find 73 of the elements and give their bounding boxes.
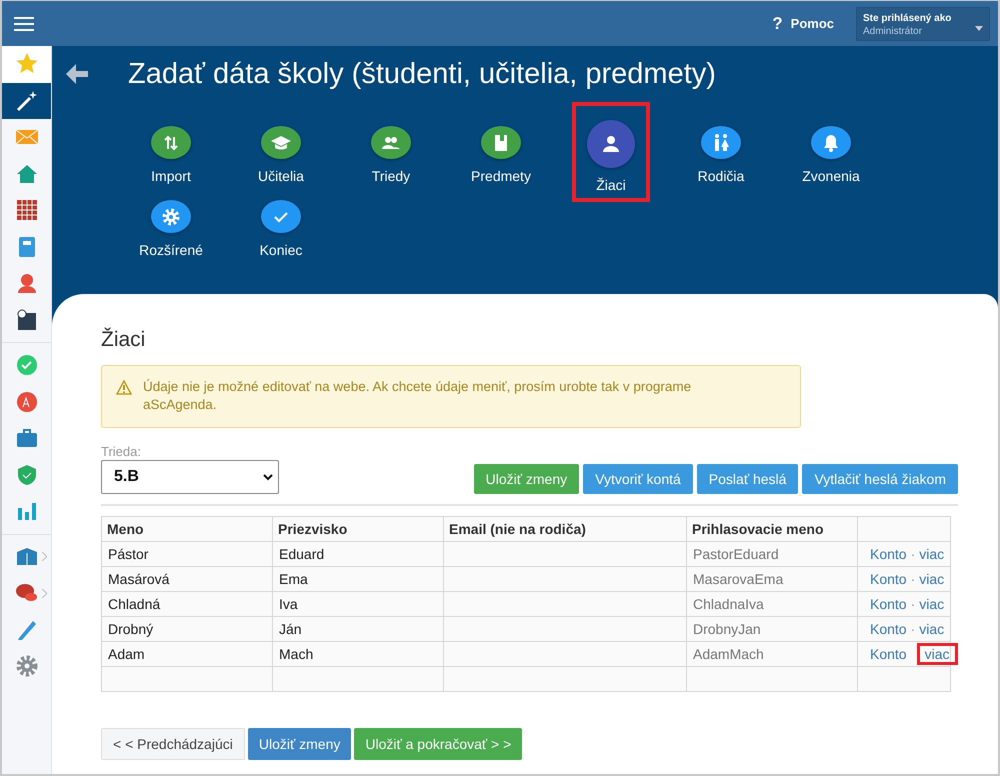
wizard-step[interactable]: Predmety (462, 116, 540, 188)
table-cell: Drobný (108, 621, 154, 637)
footer-button[interactable]: < < Predchádzajúci (101, 728, 245, 760)
column-header: Prihlasovacie meno (686, 516, 858, 542)
table-cell: Pástor (108, 546, 148, 562)
page-title: Zadať dáta školy (študenti, učitelia, predmety) (128, 58, 716, 90)
table-cell: AdamMach (693, 646, 764, 662)
wizard-step[interactable]: Import (132, 116, 210, 188)
wand-icon (14, 88, 38, 113)
chevron-icon (42, 588, 47, 598)
warning-text: Údaje nie je možné editovať na webe. Ak chcete údaje meniť, prosím urobte tak v programe aScAgenda. (143, 378, 692, 414)
wizard-step[interactable]: Koniec (242, 190, 320, 262)
column-header: Email (nie na rodiča) (444, 516, 686, 542)
person-icon (601, 134, 621, 154)
help-button[interactable]: ? Pomoc (772, 14, 834, 34)
chevron-down-icon (263, 474, 273, 480)
table-cell: Ján (279, 621, 302, 637)
table-cell: ChladnaIva (693, 596, 764, 612)
table-cell: Masárová (108, 571, 170, 587)
account-link[interactable]: Konto (870, 621, 907, 637)
account-link[interactable]: Konto (870, 596, 907, 612)
user-dropdown[interactable]: Ste prihlásený ako Administrátor (856, 6, 990, 40)
table-cell: Chladná (108, 596, 160, 612)
table-cell: DrobnyJan (693, 621, 761, 637)
class-select[interactable]: 5.B (101, 460, 279, 494)
bell-icon (821, 132, 841, 152)
gear-icon (14, 654, 38, 678)
action-button[interactable]: Poslať heslá (696, 464, 798, 494)
account-link[interactable]: Konto (870, 646, 907, 662)
account-link[interactable]: Konto (870, 571, 907, 587)
more-link[interactable]: viac (919, 596, 944, 612)
more-link[interactable]: viac (919, 571, 944, 587)
separator: · (910, 621, 916, 637)
field-label: Trieda: (101, 444, 142, 459)
section-title: Žiaci (101, 328, 146, 352)
sidebar-item[interactable] (2, 82, 51, 119)
table-cell: Adam (108, 646, 145, 662)
gear-icon (161, 206, 181, 226)
table-cell: PastorEduard (693, 546, 779, 562)
wizard-step[interactable]: Triedy (352, 116, 430, 188)
more-link[interactable]: viac (916, 643, 958, 665)
back-arrow-icon[interactable] (66, 64, 88, 84)
check-icon (14, 353, 38, 378)
account-link[interactable]: Konto (870, 546, 907, 562)
help-icon: ? (772, 14, 783, 34)
separator: · (910, 596, 916, 612)
action-button[interactable]: Uložiť zmeny (474, 464, 580, 494)
table-cell: Iva (279, 596, 298, 612)
wizard-step[interactable]: Učitelia (242, 116, 320, 188)
table-cell: Mach (279, 646, 314, 662)
grade-icon (14, 390, 38, 414)
column-header: Priezvisko (272, 516, 444, 542)
more-link[interactable]: viac (919, 621, 944, 637)
menu-icon[interactable] (14, 16, 34, 32)
table-cell: MasarovaEma (693, 571, 784, 587)
wizard-step[interactable]: Rodičia (682, 116, 760, 188)
footer-button[interactable]: Uložiť a pokračovať > > (354, 728, 522, 760)
table-cell: Eduard (279, 546, 324, 562)
table-cell: Ema (279, 571, 308, 587)
wizard-step[interactable]: Žiaci (572, 102, 650, 202)
wizard-step[interactable]: Zvonenia (792, 116, 870, 188)
chevron-icon (42, 552, 47, 562)
action-button[interactable]: Vytvoriť kontá (583, 464, 693, 494)
warning-icon (116, 380, 132, 395)
action-button[interactable]: Vytlačiť heslá žiakom (802, 464, 958, 494)
separator: · (910, 571, 916, 587)
caret-icon (975, 26, 983, 30)
grid-icon (14, 198, 38, 222)
wizard-step[interactable]: Rozšírené (132, 190, 210, 262)
more-link[interactable]: viac (919, 546, 944, 562)
column-header: Meno (102, 516, 272, 542)
separator: · (910, 546, 916, 562)
footer-button[interactable]: Uložiť zmeny (248, 728, 352, 760)
